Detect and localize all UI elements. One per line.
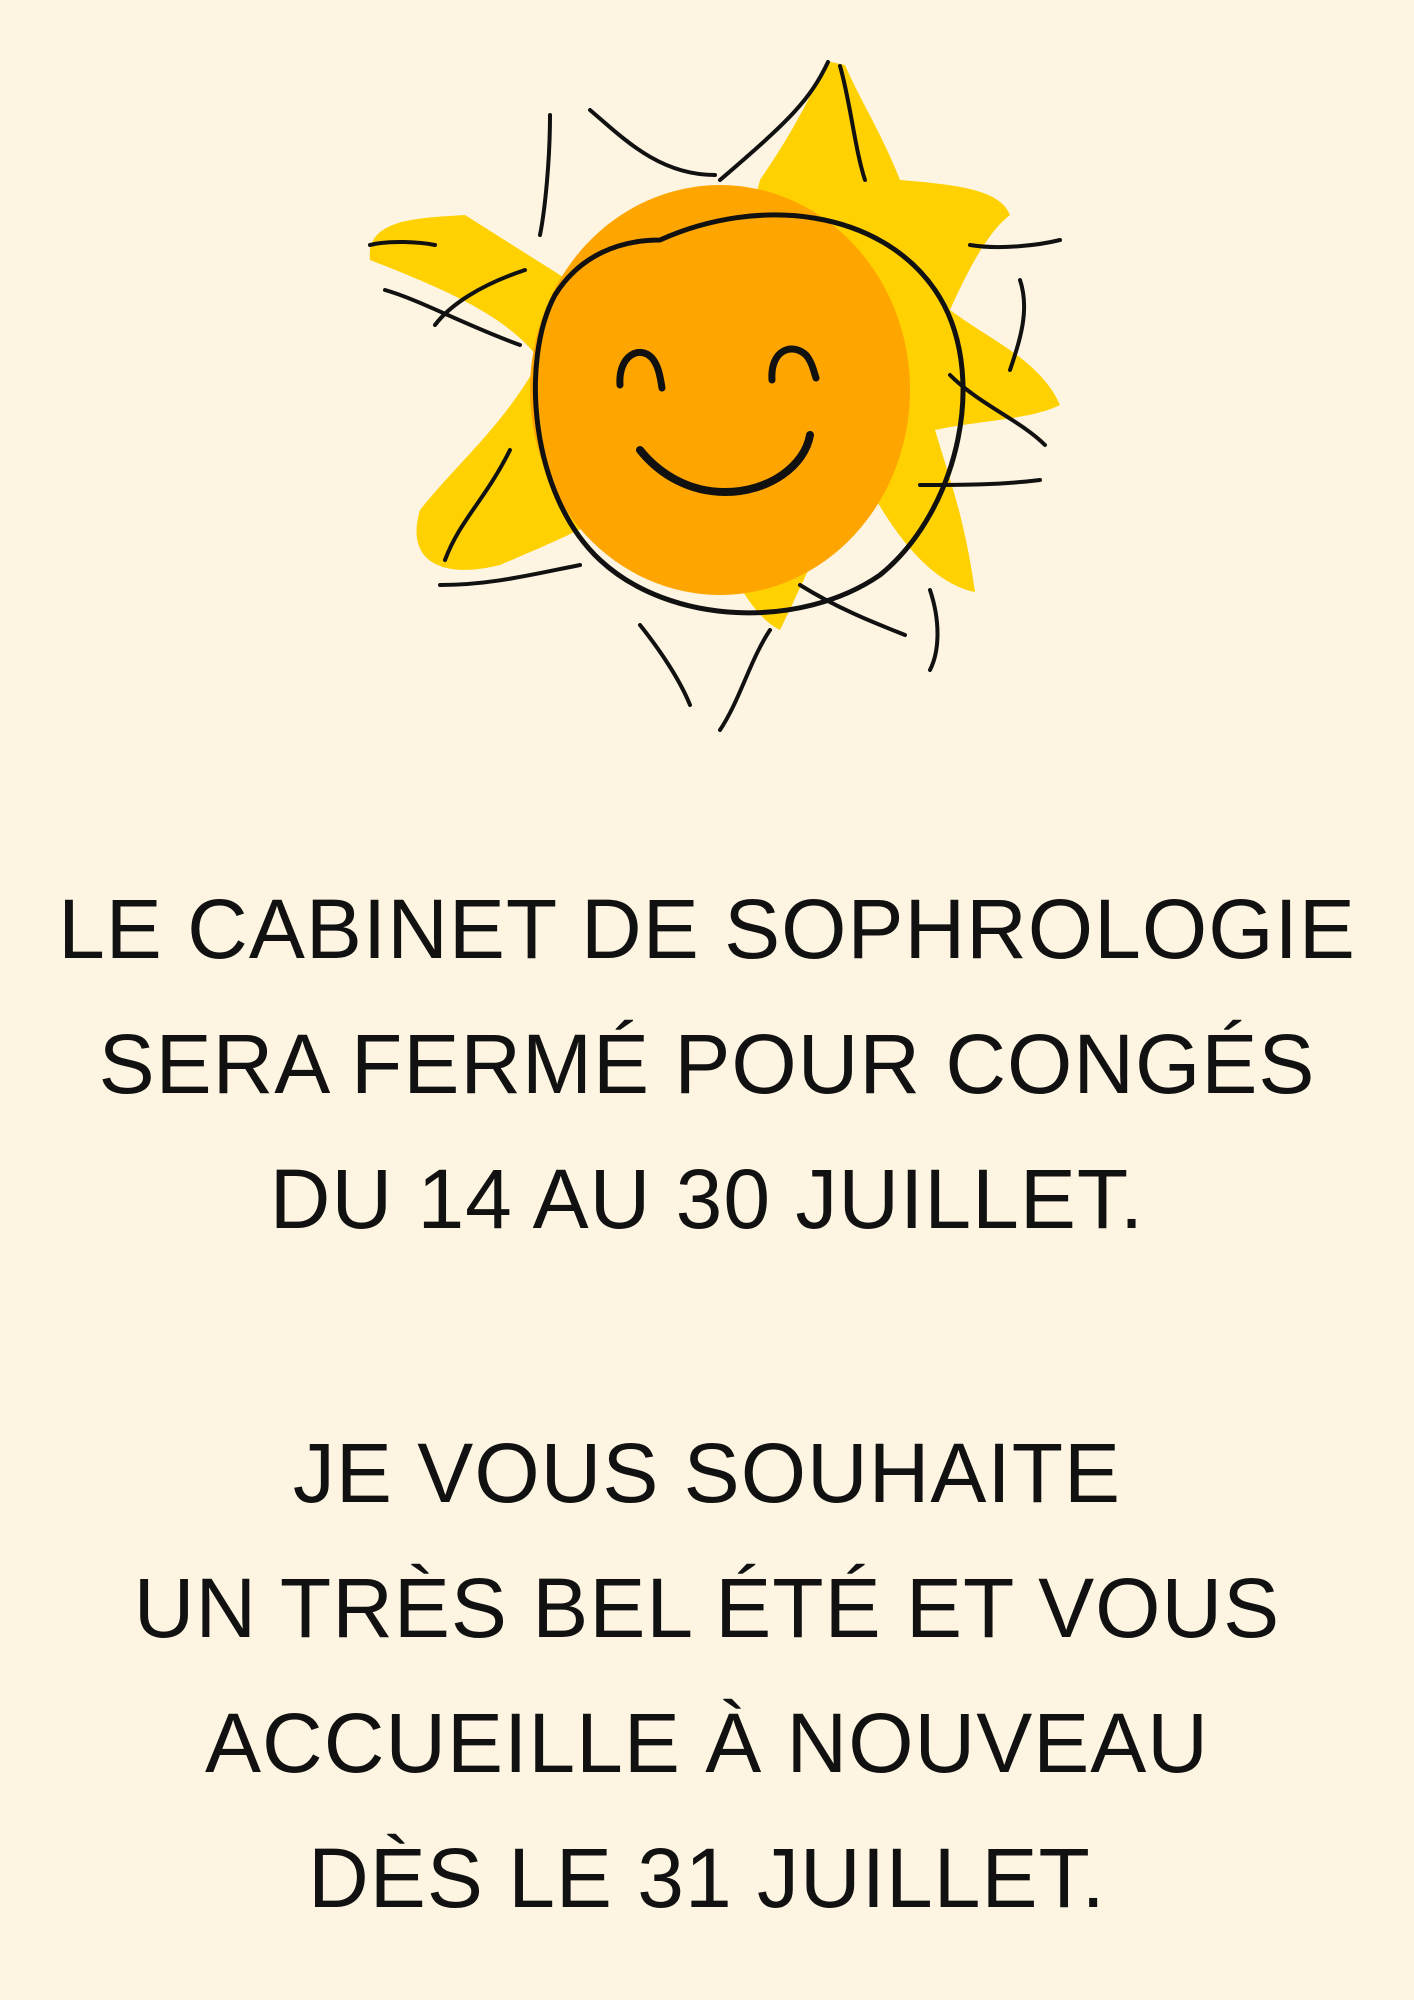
smiling-sun-icon	[340, 40, 1080, 780]
closure-line-1: LE CABINET DE SOPHROLOGIE	[58, 882, 1356, 976]
greeting-message: JE VOUS SOUHAITE UN TRÈS BEL ÉTÉ ET VOUS…	[0, 1406, 1414, 1946]
greeting-line-3: ACCUEILLE À NOUVEAU	[205, 1696, 1209, 1790]
greeting-line-4: DÈS LE 31 JUILLET.	[308, 1831, 1106, 1925]
vacation-notice-poster: LE CABINET DE SOPHROLOGIE SERA FERMÉ POU…	[0, 0, 1414, 2000]
closure-line-2: SERA FERMÉ POUR CONGÉS	[98, 1017, 1316, 1111]
sun-face	[530, 185, 910, 595]
greeting-line-2: UN TRÈS BEL ÉTÉ ET VOUS	[133, 1561, 1281, 1655]
closure-announcement: LE CABINET DE SOPHROLOGIE SERA FERMÉ POU…	[0, 862, 1414, 1267]
greeting-line-1: JE VOUS SOUHAITE	[292, 1426, 1122, 1520]
closure-line-3: DU 14 AU 30 JUILLET.	[269, 1152, 1145, 1246]
